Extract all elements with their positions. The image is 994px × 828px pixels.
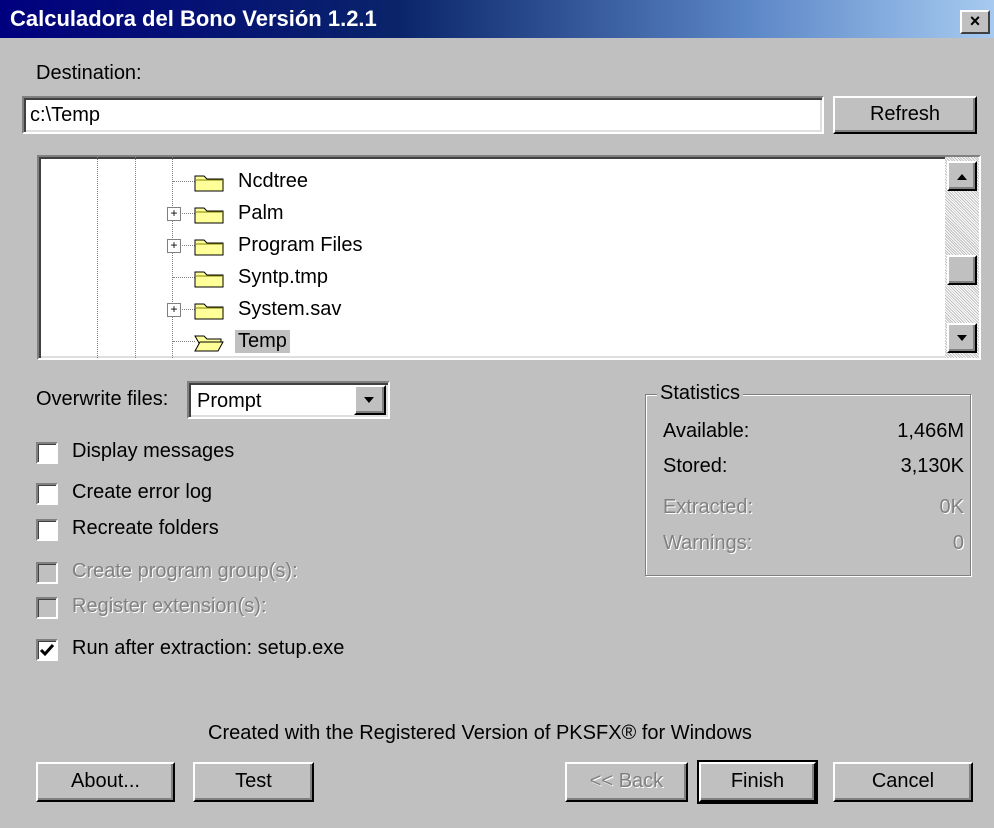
overwrite-select[interactable]: Prompt	[187, 381, 390, 419]
folder-icon	[194, 239, 224, 256]
checkbox-label: Run after extraction: setup.exe	[72, 637, 345, 659]
checkbox	[36, 562, 58, 584]
refresh-button[interactable]: Refresh	[833, 96, 977, 134]
tree-connector	[173, 181, 195, 182]
checkmark-icon	[39, 644, 55, 657]
window-title: Calculadora del Bono Versión 1.2.1	[10, 6, 377, 31]
tree-item-label: System.sav	[238, 298, 342, 320]
tree-item[interactable]: Temp	[39, 327, 939, 358]
checkbox[interactable]	[36, 442, 58, 464]
back-button[interactable]: << Back	[565, 762, 688, 802]
checkbox-label: Create error log	[72, 481, 213, 503]
checkbox[interactable]	[36, 483, 58, 505]
scroll-down-button[interactable]	[947, 323, 977, 353]
tree-item[interactable]: Syntp.tmp	[39, 263, 939, 295]
down-arrow-icon	[957, 335, 967, 341]
close-icon: ×	[969, 11, 981, 31]
dropdown-button[interactable]	[354, 385, 386, 415]
refresh-button-label: Refresh	[869, 103, 941, 125]
pksfx-credit: Created with the Registered Version of P…	[208, 722, 752, 744]
chevron-down-icon	[364, 397, 374, 403]
tree-scrollbar[interactable]	[945, 157, 979, 358]
folder-icon	[194, 303, 224, 320]
title-bar[interactable]: Calculadora del Bono Versión 1.2.1 ×	[0, 0, 994, 38]
back-button-label: << Back	[589, 770, 664, 792]
expand-icon[interactable]: +	[167, 239, 181, 253]
close-button[interactable]: ×	[960, 10, 990, 34]
folder-icon	[194, 207, 224, 224]
overwrite-selected-value: Prompt	[197, 390, 262, 412]
tree-item-label: Palm	[238, 202, 284, 224]
checkbox[interactable]	[36, 639, 58, 661]
destination-value: c:\Temp	[30, 104, 101, 126]
tree-item[interactable]: + System.sav	[39, 295, 939, 327]
expand-icon[interactable]: +	[167, 303, 181, 317]
finish-button[interactable]: Finish	[697, 760, 818, 804]
stat-label: Available:	[663, 420, 750, 442]
destination-label: Destination:	[36, 62, 142, 84]
statistics-title: Statistics	[657, 382, 744, 405]
test-button[interactable]: Test	[193, 762, 314, 802]
option-checkbox-row[interactable]: Display messages	[36, 440, 536, 466]
stat-label: Warnings:	[663, 532, 753, 554]
up-arrow-icon	[957, 174, 967, 180]
open-folder-icon	[194, 335, 224, 352]
expand-icon[interactable]: +	[167, 207, 181, 221]
option-checkbox-row[interactable]: Run after extraction: setup.exe	[36, 637, 536, 663]
checkbox-label: Display messages	[72, 440, 235, 462]
folder-icon	[193, 357, 233, 360]
option-checkbox-row[interactable]: Create error log	[36, 481, 536, 507]
tree-item[interactable]: Ncdtree	[39, 167, 939, 199]
about-button-label: About...	[71, 770, 140, 792]
option-checkbox-row[interactable]: Recreate folders	[36, 517, 536, 543]
stat-value: 0	[952, 532, 964, 554]
overwrite-label: Overwrite files:	[36, 388, 169, 410]
destination-input[interactable]: c:\Temp	[22, 96, 824, 134]
option-checkbox-row: Create program group(s):	[36, 560, 536, 586]
checkbox-label: Register extension(s):	[72, 595, 267, 617]
tree-connector	[173, 277, 195, 278]
checkbox-label: Recreate folders	[72, 517, 219, 539]
scroll-up-button[interactable]	[947, 161, 977, 191]
scroll-thumb[interactable]	[947, 255, 977, 285]
stat-value: 1,466M	[897, 420, 964, 442]
stat-value: 0K	[939, 496, 964, 518]
cancel-button[interactable]: Cancel	[833, 762, 973, 802]
tree-item[interactable]: + Program Files	[39, 231, 939, 263]
option-checkbox-row: Register extension(s):	[36, 595, 536, 621]
cancel-button-label: Cancel	[871, 770, 935, 792]
stat-label: Stored:	[663, 455, 728, 477]
stat-label: Extracted:	[663, 496, 754, 518]
stat-value: 3,130K	[900, 455, 964, 477]
checkbox[interactable]	[36, 519, 58, 541]
test-button-label: Test	[235, 770, 272, 792]
tree-item-label: Ncdtree	[238, 170, 309, 192]
finish-button-label: Finish	[730, 770, 785, 792]
tree-item-label: Temp	[235, 330, 290, 353]
folder-tree[interactable]: Ncdtree + Palm + Program Files Syntp.tmp + Syst…	[37, 155, 981, 360]
checkbox	[36, 597, 58, 619]
tree-connector	[173, 341, 195, 342]
tree-item[interactable]: + Palm	[39, 199, 939, 231]
checkbox-label: Create program group(s):	[72, 560, 298, 582]
tree-item-label: Program Files	[238, 234, 363, 256]
tree-item-label: Syntp.tmp	[238, 266, 329, 288]
folder-icon	[194, 175, 224, 192]
about-button[interactable]: About...	[36, 762, 175, 802]
folder-icon	[194, 271, 224, 288]
